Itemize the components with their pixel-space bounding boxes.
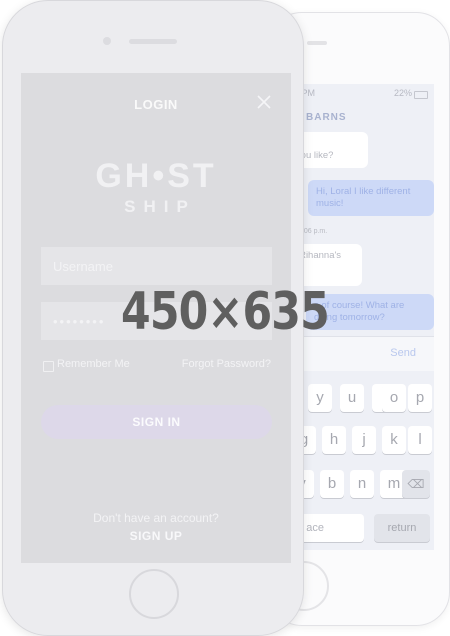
chat-contact-name: BARNS xyxy=(306,112,347,123)
key-p[interactable]: p xyxy=(408,384,432,412)
battery-icon xyxy=(414,91,428,99)
key-y[interactable]: y xyxy=(308,384,332,412)
close-icon[interactable] xyxy=(257,95,271,109)
status-battery: 22% xyxy=(393,88,412,98)
send-button[interactable]: Send xyxy=(390,347,416,359)
forgot-password-link[interactable]: Forgot Password? xyxy=(182,358,271,370)
front-speaker xyxy=(129,39,177,44)
key-n[interactable]: n xyxy=(350,470,374,498)
no-account-text: Don't have an account? xyxy=(93,511,219,525)
front-phone-home-button[interactable] xyxy=(129,569,179,619)
remember-me-label[interactable]: Remember Me xyxy=(57,358,130,370)
remember-me-checkbox[interactable] xyxy=(43,361,54,372)
back-phone-speaker xyxy=(307,41,327,45)
login-title: LOGIN xyxy=(134,97,178,112)
key-h[interactable]: h xyxy=(322,426,346,454)
key-o[interactable]: o xyxy=(382,384,406,412)
front-camera xyxy=(103,37,111,45)
sign-in-button[interactable]: SIGN IN xyxy=(41,405,272,439)
key-l[interactable]: l xyxy=(408,426,432,454)
key-b[interactable]: b xyxy=(320,470,344,498)
key-j[interactable]: j xyxy=(352,426,376,454)
message-bubble-outgoing: Hi, Loral I like different music! xyxy=(308,180,434,216)
username-field[interactable] xyxy=(41,247,272,285)
return-key[interactable]: return xyxy=(374,514,430,542)
key-u[interactable]: u xyxy=(340,384,364,412)
dimension-placeholder-label: 450×635 xyxy=(120,282,330,342)
key-k[interactable]: k xyxy=(382,426,406,454)
app-logo-subtitle: SHIP xyxy=(124,197,196,216)
app-logo-wordmark: GH•ST xyxy=(95,157,217,195)
sign-up-link[interactable]: SIGN UP xyxy=(21,529,291,543)
delete-key[interactable]: ⌫ xyxy=(402,470,430,498)
